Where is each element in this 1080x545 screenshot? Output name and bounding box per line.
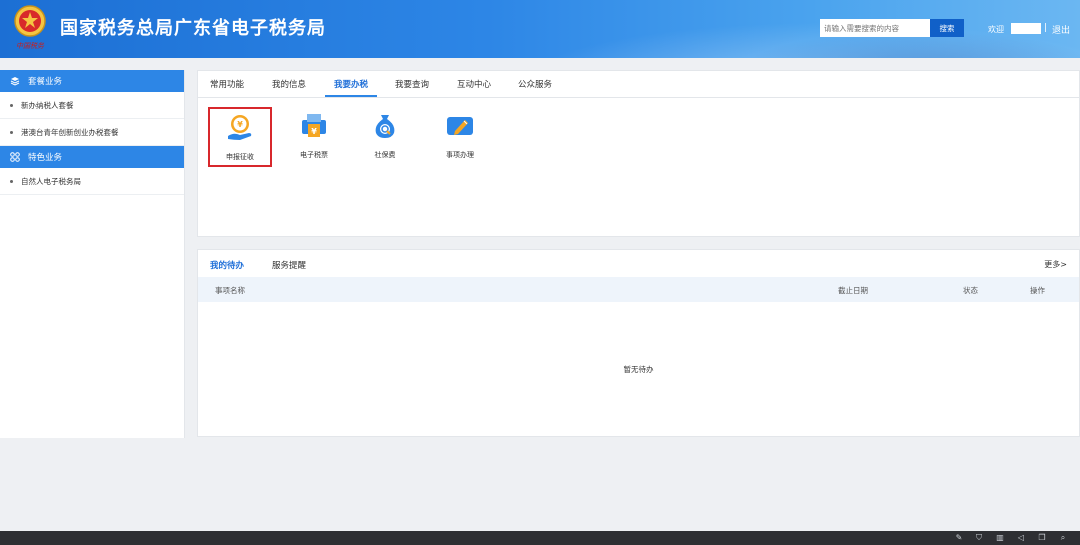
trash-icon[interactable]: ▥ <box>995 533 1005 543</box>
sidebar-group-package[interactable]: 套餐业务 <box>0 70 184 92</box>
sidebar-group-label: 套餐业务 <box>28 77 63 87</box>
app-label: 事项办理 <box>446 151 474 159</box>
tab-service-reminder[interactable]: 服务提醒 <box>272 259 306 271</box>
sidebar-item-label: 港澳台青年创新创业办税套餐 <box>21 127 119 137</box>
app-tax-declare[interactable]: ¥ 申报征收 <box>208 107 272 167</box>
sidebar-group-label: 特色业务 <box>28 153 63 163</box>
tab-interaction-center[interactable]: 互动中心 <box>457 78 491 90</box>
tab-public-service[interactable]: 公众服务 <box>518 78 552 90</box>
sidebar-item-label: 自然人电子税务局 <box>21 176 81 186</box>
app-label: 申报征收 <box>226 153 254 161</box>
sidebar-item-label: 新办纳税人套餐 <box>21 100 74 110</box>
top-header: 中国税务 国家税务总局广东省电子税务局 搜索 欢迎 | 退出 <box>0 0 1080 58</box>
sidebar: 套餐业务 新办纳税人套餐 港澳台青年创新创业办税套餐 特色业务 自然人电子税务局 <box>0 70 185 438</box>
username-redacted <box>1011 23 1041 34</box>
app-label: 电子税票 <box>300 151 328 159</box>
sidebar-item-hk-macao-taiwan[interactable]: 港澳台青年创新创业办税套餐 <box>0 119 184 146</box>
tab-query[interactable]: 我要查询 <box>395 78 429 90</box>
tab-my-info[interactable]: 我的信息 <box>272 78 306 90</box>
app-social-security[interactable]: 社保费 <box>353 107 417 167</box>
column-header-status: 状态 <box>963 286 978 295</box>
volume-icon[interactable]: ◁ <box>1016 533 1026 543</box>
search-icon[interactable]: ⌕ <box>1058 533 1068 543</box>
tab-common-functions[interactable]: 常用功能 <box>210 78 244 90</box>
header-separator: | <box>1044 23 1048 33</box>
todo-panel: 我的待办 服务提醒 更多> 事项名称 截止日期 状态 操作 暂无待办 <box>197 249 1080 437</box>
logo-text: 中国税务 <box>16 42 45 50</box>
app-matter-handle[interactable]: 事项办理 <box>428 107 492 167</box>
shield-icon[interactable]: ⛉ <box>974 533 984 543</box>
sidebar-item-natural-person[interactable]: 自然人电子税务局 <box>0 168 184 195</box>
column-header-action: 操作 <box>1030 286 1045 295</box>
business-panel: 常用功能 我的信息 我要办税 我要查询 互动中心 公众服务 ¥ 申报征收 ¥ 电… <box>197 70 1080 237</box>
active-tab-indicator <box>325 95 377 97</box>
column-header-deadline: 截止日期 <box>838 286 868 295</box>
search-input[interactable] <box>820 19 930 37</box>
welcome-text: 欢迎 <box>988 25 1004 34</box>
main-tabs: 常用功能 我的信息 我要办税 我要查询 互动中心 公众服务 <box>198 71 1079 98</box>
bullet-icon <box>10 179 13 183</box>
column-header-name: 事项名称 <box>215 286 245 295</box>
empty-state-text: 暂无待办 <box>623 365 654 374</box>
brush-icon[interactable]: ✎ <box>954 533 964 543</box>
e-ticket-icon: ¥ <box>302 114 326 137</box>
search-button[interactable]: 搜索 <box>930 19 964 37</box>
bottom-toolbar: ✎ ⛉ ▥ ◁ ❐ ⌕ <box>0 531 1080 545</box>
grid-icon <box>10 152 20 162</box>
todo-table-header: 事项名称 截止日期 状态 操作 <box>198 277 1079 302</box>
bullet-icon <box>10 130 13 134</box>
app-e-ticket[interactable]: ¥ 电子税票 <box>282 107 346 167</box>
svg-text:¥: ¥ <box>237 120 243 129</box>
svg-text:¥: ¥ <box>311 127 317 136</box>
layers-icon <box>10 77 20 86</box>
logout-link[interactable]: 退出 <box>1052 23 1070 36</box>
tax-declare-icon: ¥ <box>228 115 252 140</box>
sidebar-group-special[interactable]: 特色业务 <box>0 146 184 168</box>
sidebar-item-new-taxpayer[interactable]: 新办纳税人套餐 <box>0 92 184 119</box>
tax-emblem-logo[interactable]: 中国税务 <box>12 4 48 52</box>
tab-handle-tax[interactable]: 我要办税 <box>334 78 368 90</box>
tab-my-todo[interactable]: 我的待办 <box>210 259 244 271</box>
matter-handle-icon <box>447 117 473 135</box>
bullet-icon <box>10 103 13 107</box>
window-icon[interactable]: ❐ <box>1037 533 1047 543</box>
app-label: 社保费 <box>374 151 396 159</box>
social-security-icon <box>375 115 395 138</box>
more-link[interactable]: 更多> <box>1044 259 1067 270</box>
site-title: 国家税务总局广东省电子税务局 <box>60 18 326 39</box>
